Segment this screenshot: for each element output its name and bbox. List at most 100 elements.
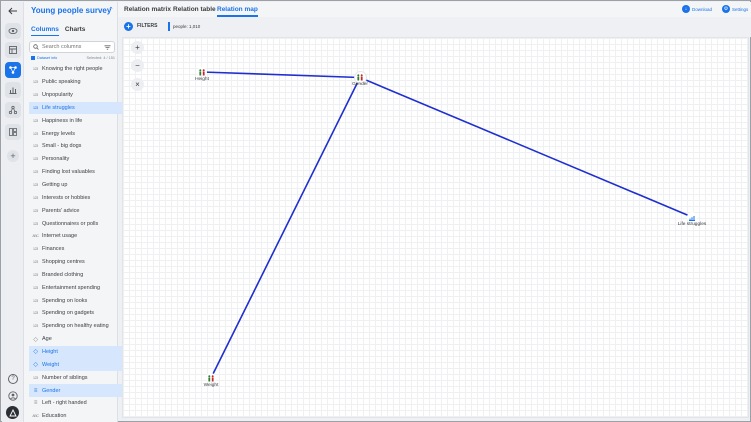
numeric-type-icon: 123 — [33, 375, 38, 380]
column-item[interactable]: 123 Unpopularity — [29, 89, 136, 102]
node-label: Weight — [203, 383, 219, 388]
edge-gender-life[interactable] — [359, 76, 693, 218]
node-height[interactable]: Height — [182, 67, 222, 82]
survey-title[interactable]: Young people survey — [31, 6, 111, 15]
people-icon — [206, 373, 216, 383]
numeric-type-icon: 123 — [33, 131, 38, 136]
column-item[interactable]: ABC Internet usage — [29, 230, 136, 243]
column-item[interactable]: ABC Education — [29, 410, 136, 422]
column-label: Internet usage — [42, 233, 78, 240]
column-item[interactable]: 123 Happiness in life — [29, 114, 136, 127]
node-label: Gender — [352, 82, 368, 87]
zoom-in-button[interactable]: + — [131, 41, 144, 54]
column-label: Branded clothing — [42, 271, 84, 278]
column-item[interactable]: 123 Energy levels — [29, 127, 136, 140]
column-item[interactable]: ◇ Height — [29, 345, 136, 359]
column-label: Entertainment spending — [42, 284, 101, 291]
column-label: Knowing the right people — [42, 66, 103, 73]
column-item[interactable]: 123 Spending on gadgets — [29, 307, 136, 320]
search-input[interactable] — [42, 44, 100, 50]
column-item[interactable]: 123 Knowing the right people — [29, 63, 136, 76]
download-button[interactable]: ↓ Download — [682, 5, 712, 13]
numeric-type-icon: 123 — [33, 208, 38, 213]
back-arrow-icon[interactable] — [7, 5, 19, 17]
dataset-info-link[interactable]: Dataset info — [31, 56, 57, 60]
column-item[interactable]: 123 Finances — [29, 243, 136, 256]
tag-icon: ◇ — [33, 336, 38, 343]
column-label: Unpopularity — [42, 92, 73, 99]
column-item[interactable]: 123 Parents' advice — [29, 204, 136, 217]
numeric-type-icon: 123 — [33, 298, 38, 303]
column-item[interactable]: 123 Spending on looks — [29, 294, 136, 307]
filter-chip[interactable]: people: 1,010 — [168, 22, 200, 31]
tab-relation-table[interactable]: Relation table — [173, 6, 216, 13]
node-weight[interactable]: Weight — [191, 373, 231, 388]
numeric-type-icon: 123 — [33, 144, 38, 149]
column-item[interactable]: 123 Getting up — [29, 179, 136, 192]
sidebar-tabs: Columns Charts — [31, 26, 85, 36]
selected-count: Selected: 4 / 151 — [86, 56, 116, 60]
add-icon[interactable]: + — [7, 150, 19, 162]
column-item[interactable]: 123 Number of siblings — [29, 371, 136, 384]
column-item[interactable]: ≡ Gender — [29, 384, 136, 397]
tab-relation-map[interactable]: Relation map — [217, 6, 258, 17]
filter-icon[interactable] — [104, 44, 111, 50]
edge-height-gender[interactable] — [201, 71, 361, 79]
numeric-type-icon: 123 — [33, 324, 38, 329]
column-label: Spending on gadgets — [42, 310, 94, 317]
column-label: Interests or hobbies — [42, 194, 91, 201]
eye-icon[interactable] — [5, 23, 21, 39]
dataset-info-icon — [31, 56, 35, 60]
column-label: Happiness in life — [42, 117, 83, 124]
numeric-type-icon: 123 — [33, 285, 38, 290]
tab-relation-matrix[interactable]: Relation matrix — [124, 6, 171, 13]
column-item[interactable]: ◇ Age — [29, 333, 136, 346]
column-item[interactable]: 123 Interests or hobbies — [29, 191, 136, 204]
chevron-updown-icon[interactable]: ⌃ — [108, 6, 114, 14]
help-icon[interactable]: ? — [8, 374, 18, 384]
add-filter-button[interactable]: + — [124, 22, 133, 31]
top-bar: Relation matrix Relation table Relation … — [118, 2, 751, 17]
column-item[interactable]: 123 Branded clothing — [29, 269, 136, 282]
category-icon: ≡ — [33, 387, 38, 394]
column-item[interactable]: ≡ Left - right handed — [29, 397, 136, 410]
column-label: Parents' advice — [42, 207, 80, 214]
column-item[interactable]: 123 Personality — [29, 153, 136, 166]
node-gender[interactable]: Gender — [340, 71, 380, 87]
settings-button[interactable]: ⚙ Settings — [722, 5, 748, 13]
node-life-struggles[interactable]: Life struggles — [672, 212, 712, 227]
filter-bar: + FILTERS people: 1,010 — [118, 17, 751, 37]
bar-chart-icon[interactable] — [5, 82, 21, 98]
relation-map-icon[interactable] — [5, 62, 21, 78]
columns-sidebar: Young people survey ⌃ Columns Charts Dat… — [24, 2, 136, 422]
reset-view-button[interactable]: × — [131, 78, 144, 91]
column-list: 123 Knowing the right people 123 Public spe… — [29, 63, 136, 422]
column-item[interactable]: ◇ Weight — [29, 358, 136, 372]
layout-icon[interactable] — [5, 124, 21, 140]
column-item[interactable]: 123 Small - big dogs — [29, 140, 136, 153]
column-item[interactable]: 123 Spending on healthy eating — [29, 320, 136, 333]
column-item[interactable]: 123 Entertainment spending — [29, 281, 136, 294]
tab-columns[interactable]: Columns — [31, 26, 59, 36]
filters-label: FILTERS — [137, 23, 158, 29]
user-icon[interactable] — [7, 390, 19, 402]
bars-icon — [687, 212, 697, 222]
category-icon: ≡ — [33, 400, 38, 407]
column-item[interactable]: 123 Life struggles — [29, 101, 136, 115]
relation-map-canvas[interactable]: + − × Height Gender Life struggles Weigh… — [122, 37, 749, 418]
column-item[interactable]: 123 Finding lost valuables — [29, 166, 136, 179]
download-icon: ↓ — [682, 5, 690, 13]
numeric-type-icon: 123 — [33, 183, 38, 188]
column-item[interactable]: 123 Shopping centres — [29, 256, 136, 269]
column-label: Life struggles — [42, 104, 75, 111]
tab-charts[interactable]: Charts — [65, 26, 86, 36]
column-label: Spending on looks — [42, 297, 88, 304]
column-item[interactable]: 123 Public speaking — [29, 76, 136, 89]
zoom-out-button[interactable]: − — [131, 59, 144, 72]
network-icon[interactable] — [5, 102, 21, 118]
column-label: Finding lost valuables — [42, 169, 95, 176]
edge-gender-weight[interactable] — [210, 77, 361, 379]
table-icon[interactable] — [5, 42, 21, 58]
numeric-type-icon: 123 — [33, 105, 38, 110]
column-item[interactable]: 123 Questionnaires or polls — [29, 217, 136, 230]
